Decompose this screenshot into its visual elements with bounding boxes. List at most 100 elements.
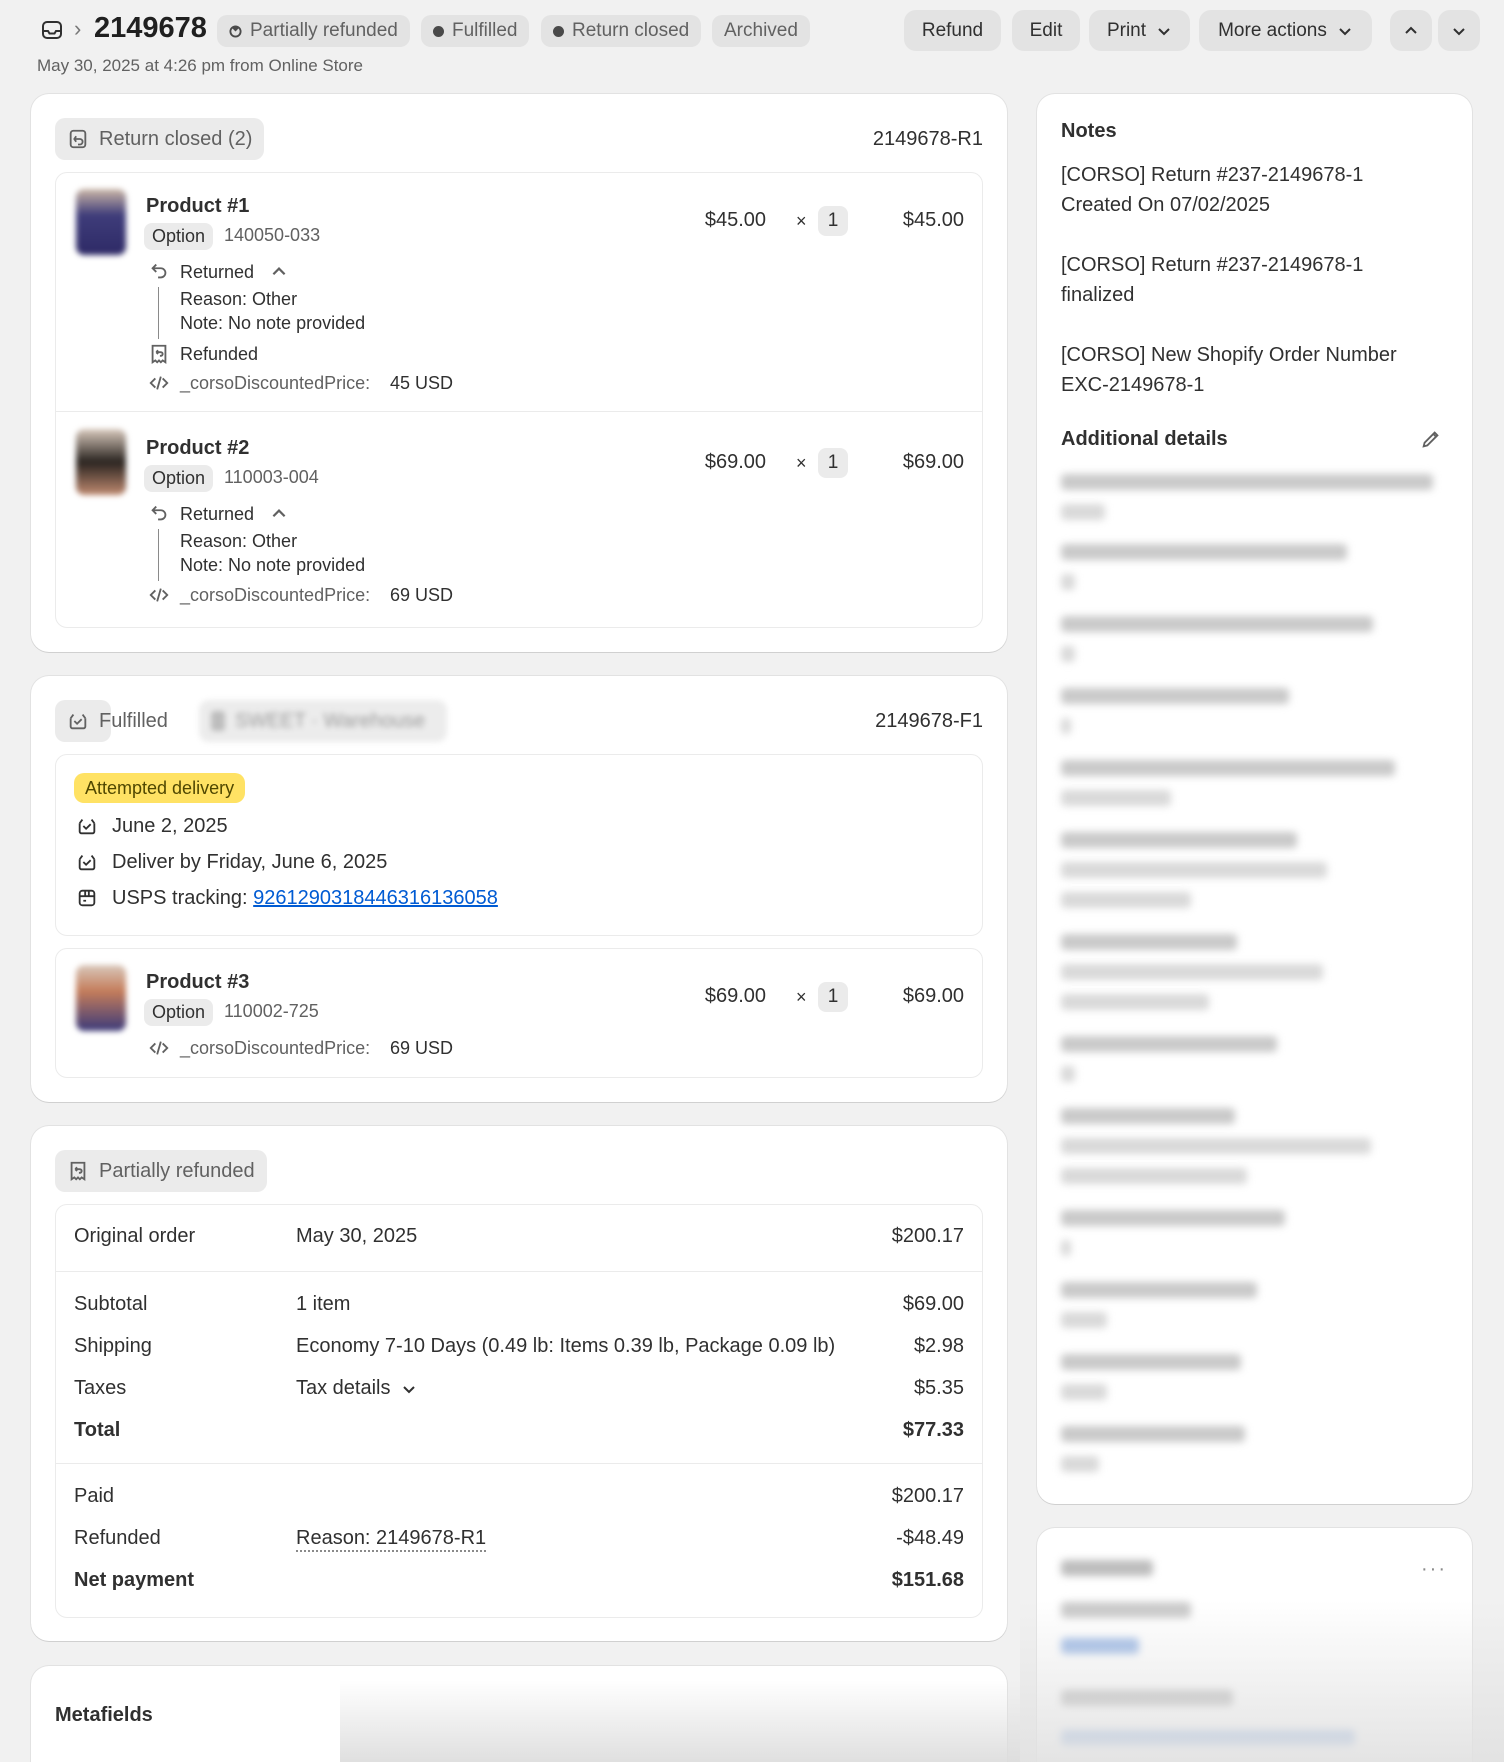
location-badge-redacted: SWEET · Warehouse [199,700,447,742]
product-name[interactable]: Product #3 [146,971,249,994]
more-actions-button[interactable]: More actions [1199,10,1372,51]
edit-button[interactable]: Edit [1012,10,1080,51]
redacted-attribute-value [1061,646,1075,662]
subtotal-amount: $69.00 [902,1293,964,1315]
redacted-attribute-key [1061,760,1395,776]
status-badge-fulfilled: Fulfilled [421,15,530,47]
code-icon [149,1041,169,1055]
item-divider [56,411,982,412]
refund-receipt-icon [70,1161,86,1181]
partial-circle-icon [229,24,242,38]
return-items-box: Product #1 Option 140050-033 $45.00 × 1 … [55,172,983,628]
tax-details-toggle[interactable]: Tax details [296,1377,417,1400]
code-icon [149,588,169,602]
chevron-down-icon [402,1385,415,1393]
notes-card: Notes [CORSO] Return #237-2149678-1 Crea… [1037,94,1472,1504]
payment-status-badge: Partially refunded [55,1150,267,1192]
more-options-icon[interactable]: ··· [1421,1558,1447,1581]
code-icon [149,376,169,390]
return-note: Note: No note provided [180,313,366,333]
return-reference: 2149678-R1 [872,128,983,150]
returned-label[interactable]: Returned [180,504,254,525]
times-sign: × [796,453,807,473]
return-note: Note: No note provided [180,555,366,575]
unit-price: $69.00 [704,451,766,473]
original-order-date: May 30, 2025 [296,1225,418,1247]
attempted-delivery-badge: Attempted delivery [74,773,246,803]
redacted-attribute-value [1061,504,1105,520]
previous-order-button[interactable] [1390,10,1432,51]
detail-connector-line [158,529,159,581]
edit-button-label: Edit [1029,19,1063,41]
orders-icon[interactable] [40,18,64,42]
line-total: $69.00 [902,451,964,473]
original-order-label: Original order [74,1225,196,1247]
shipping-amount: $2.98 [913,1335,964,1357]
redacted-attribute-value [1061,1138,1371,1154]
option-pill: Option [144,223,214,250]
times-sign: × [796,211,807,231]
paid-amount: $200.17 [891,1485,964,1507]
line-total: $69.00 [902,985,964,1007]
product-thumbnail[interactable] [76,189,126,255]
return-status-label: Return closed (2) [99,127,253,150]
badge-label: Partially refunded [250,20,398,41]
location-label: SWEET · Warehouse [235,709,426,732]
redacted-attribute-key [1061,1036,1277,1052]
tracking-label: USPS tracking: [112,887,248,909]
redacted-attribute-value [1061,718,1071,734]
refund-receipt-icon [151,344,167,364]
redacted-attribute-key [1061,616,1373,632]
redacted-attribute-key [1061,688,1289,704]
redacted-attribute-key [1061,1210,1285,1226]
unit-price: $69.00 [704,985,766,1007]
chevron-up-icon [1405,26,1417,34]
net-payment-amount: $151.68 [891,1569,964,1591]
fulfillment-card: Fulfilled SWEET · Warehouse 2149678-F1 A… [31,676,1007,1102]
page-header: › 2149678 Partially refunded Fulfilled R… [0,0,1504,84]
paid-label: Paid [74,1485,115,1507]
redacted-attribute-value [1061,1240,1071,1256]
product-thumbnail[interactable] [76,965,126,1031]
chevron-up-icon[interactable] [270,505,288,523]
taxes-label: Taxes [74,1377,127,1399]
refunded-label: Refunded [180,344,259,364]
redacted-attribute-key [1061,1426,1245,1442]
product-name[interactable]: Product #1 [146,195,249,218]
next-order-button[interactable] [1438,10,1480,51]
print-button[interactable]: Print [1089,10,1190,51]
additional-details-title: Additional details [1061,428,1228,450]
attribute-value: 45 USD [390,373,454,393]
return-status-badge: Return closed (2) [55,118,265,160]
tax-details-label: Tax details [296,1377,391,1399]
product-thumbnail[interactable] [76,429,126,495]
order-subline: May 30, 2025 at 4:26 pm from Online Stor… [37,56,364,75]
line-total: $45.00 [902,209,964,231]
refund-button[interactable]: Refund [904,10,1001,51]
attribute-key: _corsoDiscountedPrice: [180,585,371,605]
breadcrumb-chevron-icon: › [74,16,82,41]
bottom-fade-overlay [340,1680,1020,1762]
pencil-edit-icon[interactable] [1420,428,1442,450]
returned-label[interactable]: Returned [180,262,254,283]
attribute-value: 69 USD [390,585,454,605]
page-title: 2149678 [94,12,207,44]
tracking-number-link[interactable]: 9261290318446316136058 [253,887,498,909]
attribute-key: _corsoDiscountedPrice: [180,1038,371,1058]
section-divider [56,1463,982,1464]
redacted-attribute-key [1061,544,1347,560]
refund-reason[interactable]: Reason: 2149678-R1 [296,1527,487,1552]
product-name[interactable]: Product #2 [146,437,249,460]
note-entry: [CORSO] Return #237-2149678-1 Created On… [1061,164,1364,216]
badge-label: Return closed [572,20,690,41]
chevron-up-icon[interactable] [270,263,288,281]
fulfilled-status-label: Fulfilled [99,709,168,732]
redacted-attribute-key [1061,1282,1257,1298]
net-payment-label: Net payment [74,1569,195,1591]
badge-label: Archived [724,20,798,41]
return-reason: Reason: Other [180,289,298,309]
option-pill: Option [144,999,214,1026]
note-entry: [CORSO] New Shopify Order Number EXC-214… [1061,344,1397,396]
fulfilled-status-text: Fulfilled [55,700,180,742]
shipping-desc: Economy 7-10 Days (0.49 lb: Items 0.39 l… [296,1335,836,1357]
